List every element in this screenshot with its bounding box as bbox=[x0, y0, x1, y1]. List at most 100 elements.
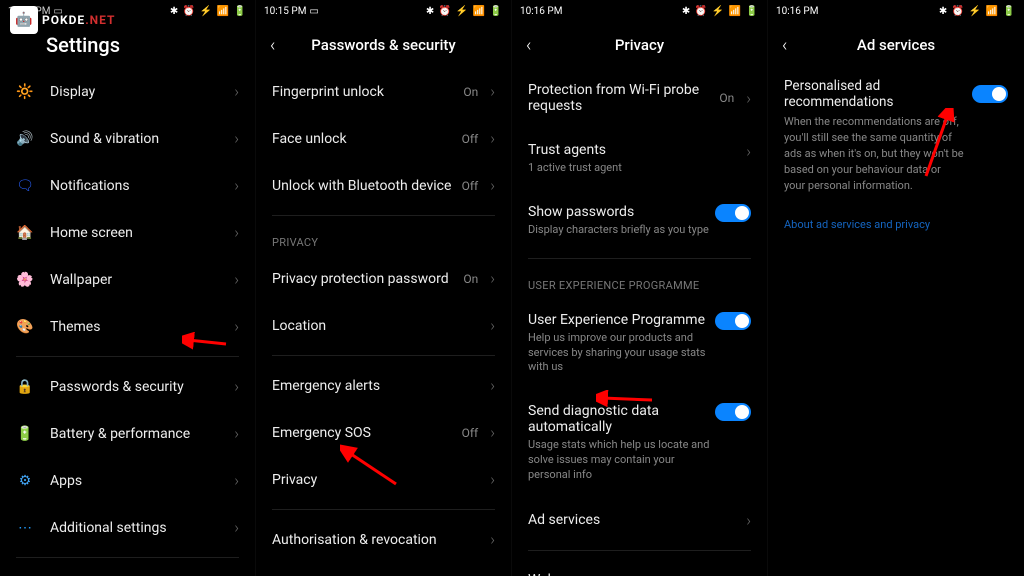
setting-privacy-policy[interactable]: Privacy Policy› bbox=[256, 563, 511, 576]
setting-home-screen[interactable]: 🏠Home screen› bbox=[0, 209, 255, 256]
setting-unlock-with-bluetooth-device[interactable]: Unlock with Bluetooth deviceOff› bbox=[256, 162, 511, 209]
setting-passwords-security[interactable]: 🔒Passwords & security› bbox=[0, 363, 255, 410]
setting-label: Ad services bbox=[528, 512, 738, 528]
chevron-right-icon: › bbox=[234, 377, 239, 396]
section-header: USER EXPERIENCE PROGRAMME bbox=[512, 265, 767, 298]
chevron-right-icon: › bbox=[234, 424, 239, 443]
setting-label: Emergency SOS bbox=[272, 425, 462, 441]
setting-trust-agents[interactable]: Trust agents1 active trust agent› bbox=[512, 128, 767, 190]
chevron-right-icon: › bbox=[490, 176, 495, 195]
setting-label: Unlock with Bluetooth device bbox=[272, 178, 462, 194]
setting-apps[interactable]: ⚙ Apps › bbox=[0, 457, 255, 504]
chevron-right-icon: › bbox=[234, 317, 239, 336]
status-bar: 10:15 PM ▭ ✱ ⏰ ⚡ 📶 🔋 bbox=[256, 0, 511, 22]
chevron-right-icon: › bbox=[234, 471, 239, 490]
setting-label: Battery & performance bbox=[50, 426, 226, 442]
setting-label: Additional settings bbox=[50, 520, 226, 536]
setting-notifications[interactable]: 🗨Notifications› bbox=[0, 162, 255, 209]
chevron-right-icon: › bbox=[490, 316, 495, 335]
setting-emergency-sos[interactable]: Emergency SOSOff › bbox=[256, 409, 511, 456]
setting-ad-services[interactable]: Ad services › bbox=[512, 497, 767, 544]
setting-description: Display characters briefly as you type bbox=[528, 223, 715, 238]
display-icon: 🔆 bbox=[16, 83, 34, 101]
setting-location[interactable]: Location› bbox=[256, 302, 511, 349]
panel-privacy: 10:16 PM ✱ ⏰ ⚡ 📶 🔋 ‹ Privacy Protection … bbox=[512, 0, 768, 576]
toggle-switch[interactable] bbox=[715, 204, 751, 222]
setting-authorisation-revocation[interactable]: Authorisation & revocation› bbox=[256, 516, 511, 563]
setting-label: Protection from Wi-Fi probe requests bbox=[528, 82, 719, 114]
chevron-right-icon: › bbox=[490, 470, 495, 489]
divider bbox=[16, 557, 239, 558]
divider bbox=[528, 550, 751, 551]
setting-face-unlock[interactable]: Face unlockOff› bbox=[256, 115, 511, 162]
setting-show-passwords[interactable]: Show passwords Display characters briefly… bbox=[512, 190, 767, 252]
apps-icon: ⚙ bbox=[16, 472, 34, 490]
setting-label: Home screen bbox=[50, 225, 226, 241]
setting-emergency-alerts[interactable]: Emergency alerts › bbox=[256, 362, 511, 409]
setting-web-apps[interactable]: Web apps› bbox=[512, 557, 767, 576]
chevron-right-icon: › bbox=[490, 129, 495, 148]
page-title: Passwords & security bbox=[311, 36, 455, 54]
setting-additional-settings[interactable]: ⋯Additional settings› bbox=[0, 504, 255, 551]
setting-send-diagnostic-data-automatically[interactable]: Send diagnostic data automaticallyUsage … bbox=[512, 389, 767, 497]
battery-performance-icon: 🔋 bbox=[16, 425, 34, 443]
setting-value: On bbox=[719, 91, 734, 105]
setting-label: Fingerprint unlock bbox=[272, 84, 463, 100]
chevron-right-icon: › bbox=[234, 270, 239, 289]
setting-label: Send diagnostic data automatically bbox=[528, 403, 715, 435]
page-title: Settings bbox=[46, 33, 120, 57]
setting-label: Emergency alerts bbox=[272, 378, 482, 394]
setting-battery-performance[interactable]: 🔋 Battery & performance › bbox=[0, 410, 255, 457]
status-time: 10:16 PM bbox=[520, 6, 562, 17]
chevron-right-icon: › bbox=[490, 376, 495, 395]
setting-digital-wellbeing-parental-controls[interactable]: ◐Digital Wellbeing & parental controls› bbox=[0, 564, 255, 576]
wallpaper-icon: 🌸 bbox=[16, 271, 34, 289]
back-button[interactable]: ‹ bbox=[526, 35, 531, 56]
setting-wallpaper[interactable]: 🌸Wallpaper› bbox=[0, 256, 255, 303]
toggle-switch[interactable] bbox=[972, 85, 1008, 103]
setting-themes[interactable]: 🎨Themes› bbox=[0, 303, 255, 350]
setting-description: 1 active trust agent bbox=[528, 161, 738, 176]
back-button[interactable]: ‹ bbox=[270, 35, 275, 56]
status-bar: 10:16 PM ✱ ⏰ ⚡ 📶 🔋 bbox=[512, 0, 767, 22]
setting-description: Help us improve our products and service… bbox=[528, 331, 715, 376]
setting-display[interactable]: 🔆 Display › bbox=[0, 68, 255, 115]
chevron-right-icon: › bbox=[490, 82, 495, 101]
notifications-icon: 🗨 bbox=[16, 177, 34, 195]
setting-privacy[interactable]: Privacy› bbox=[256, 456, 511, 503]
chevron-right-icon: › bbox=[746, 142, 751, 161]
back-button[interactable]: ‹ bbox=[782, 35, 787, 56]
setting-protection-from-wi-fi-probe-requests[interactable]: Protection from Wi-Fi probe requestsOn › bbox=[512, 68, 767, 128]
setting-label: Personalised ad recommendations bbox=[784, 78, 972, 110]
setting-label: User Experience Programme bbox=[528, 312, 715, 328]
chevron-right-icon: › bbox=[746, 89, 751, 108]
chevron-right-icon: › bbox=[234, 82, 239, 101]
divider bbox=[16, 356, 239, 357]
about-link[interactable]: About ad services and privacy bbox=[768, 218, 1024, 231]
chevron-right-icon: › bbox=[490, 269, 495, 288]
setting-label: Passwords & security bbox=[50, 379, 226, 395]
status-icons: ✱ ⏰ ⚡ 📶 🔋 bbox=[682, 6, 759, 17]
setting-label: Show passwords bbox=[528, 204, 715, 220]
toggle-switch[interactable] bbox=[715, 312, 751, 330]
status-bar: 10:16 PM ✱ ⏰ ⚡ 📶 🔋 bbox=[768, 0, 1024, 22]
divider bbox=[528, 258, 751, 259]
setting-label: Apps bbox=[50, 473, 226, 489]
chevron-right-icon: › bbox=[746, 511, 751, 530]
panel-settings: 10:14 PM ▭ ✱ ⏰ ⚡ 📶 🔋 Settings 🔆Display›🔊… bbox=[0, 0, 256, 576]
section-header: PRIVACY bbox=[256, 222, 511, 255]
additional-settings-icon: ⋯ bbox=[16, 519, 34, 537]
setting-personalised-ads[interactable]: Personalised ad recommendations bbox=[768, 68, 1024, 120]
setting-fingerprint-unlock[interactable]: Fingerprint unlockOn› bbox=[256, 68, 511, 115]
page-title: Ad services bbox=[857, 36, 935, 54]
setting-privacy-protection-password[interactable]: Privacy protection passwordOn› bbox=[256, 255, 511, 302]
status-time: 10:15 PM bbox=[264, 6, 306, 17]
toggle-switch[interactable] bbox=[715, 403, 751, 421]
setting-sound-vibration[interactable]: 🔊Sound & vibration› bbox=[0, 115, 255, 162]
setting-value: Off bbox=[462, 426, 479, 440]
setting-label: Display bbox=[50, 84, 226, 100]
setting-user-experience-programme[interactable]: User Experience Programme Help us improve… bbox=[512, 298, 767, 390]
logo-suffix: .NET bbox=[85, 13, 115, 27]
chevron-right-icon: › bbox=[490, 423, 495, 442]
divider bbox=[272, 509, 495, 510]
